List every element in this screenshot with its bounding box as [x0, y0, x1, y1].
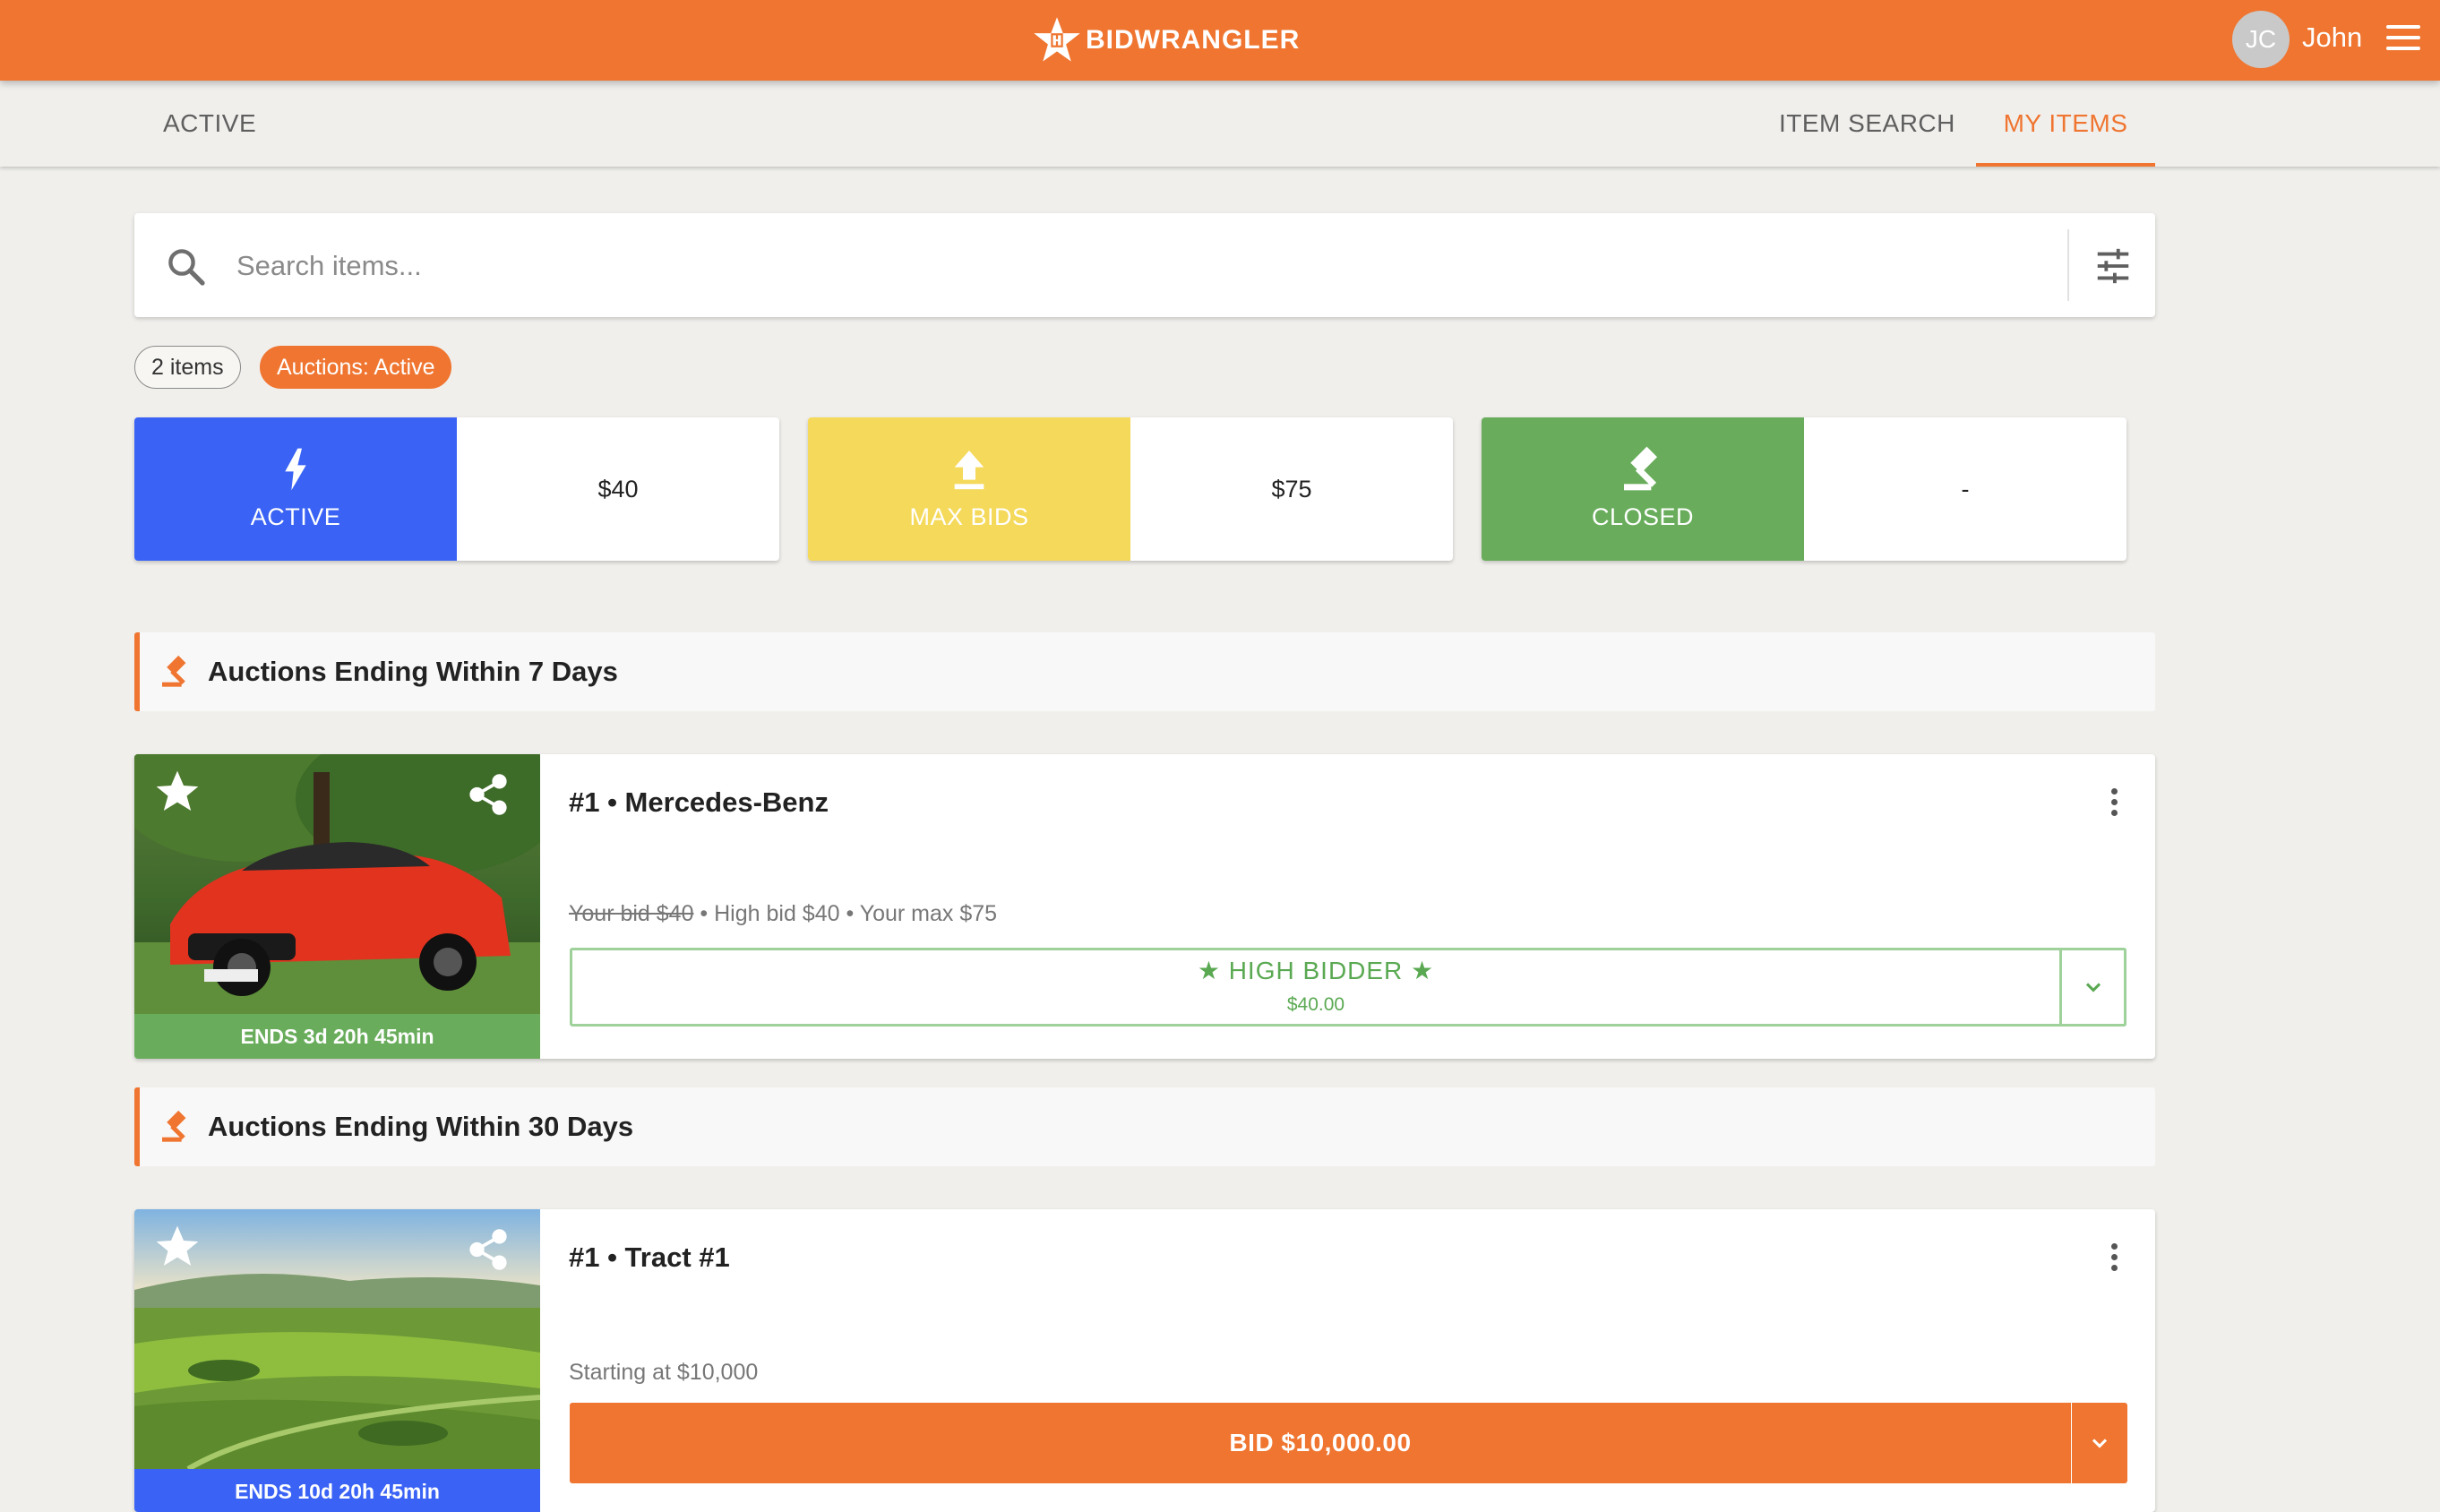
your-bid: Your bid $40 [569, 901, 694, 926]
starting-price: Starting at $10,000 [569, 1360, 759, 1385]
item-card-mercedes: ENDS 3d 20h 45min #1 • Mercedes-Benz You… [134, 754, 2155, 1059]
stat-card-active[interactable]: ACTIVE $40 [134, 417, 779, 561]
bid-options-dropdown[interactable] [2062, 948, 2126, 1027]
high-bidder-button[interactable]: ★ HIGH BIDDER ★ $40.00 [570, 948, 2062, 1027]
logo-star-icon [1034, 17, 1080, 62]
item-title[interactable]: #1 • Mercedes-Benz [569, 786, 829, 819]
gavel-icon [162, 655, 186, 687]
auction-status-chip[interactable]: Auctions: Active [260, 346, 452, 389]
stat-label: ACTIVE [250, 503, 341, 530]
stat-closed-panel: CLOSED [1482, 417, 1804, 561]
chevron-down-icon [2085, 983, 2101, 992]
item-count-chip: 2 items [134, 346, 241, 389]
bid-options-dropdown[interactable] [2072, 1403, 2127, 1483]
stat-active-panel: ACTIVE [134, 417, 457, 561]
favorite-star-icon[interactable] [152, 1222, 202, 1272]
hamburger-menu-icon[interactable] [2386, 25, 2420, 54]
section-title: Auctions Ending Within 7 Days [208, 656, 618, 687]
lightning-icon [285, 448, 306, 491]
stat-value: $40 [597, 476, 639, 503]
gavel-icon [162, 1110, 186, 1142]
search-divider [2067, 229, 2069, 301]
user-avatar[interactable]: JC [2232, 11, 2290, 68]
chevron-down-icon [2092, 1439, 2108, 1448]
stat-max-bids-panel: MAX BIDS [808, 417, 1130, 561]
more-options-icon[interactable] [2105, 788, 2123, 824]
stat-label: CLOSED [1591, 503, 1695, 530]
stat-value: - [1961, 476, 1970, 503]
upload-arrow-icon [954, 451, 984, 490]
section-header-7-days: Auctions Ending Within 7 Days [134, 632, 2155, 711]
search-input[interactable] [235, 240, 2030, 292]
stat-card-closed[interactable]: CLOSED - [1482, 417, 2126, 561]
stat-label: MAX BIDS [909, 503, 1029, 530]
ends-countdown: ENDS 10d 20h 45min [134, 1469, 540, 1512]
bid-summary: Your bid $40 • High bid $40 • Your max $… [569, 901, 997, 927]
stat-card-max-bids[interactable]: MAX BIDS $75 [808, 417, 1453, 561]
stat-value: $75 [1271, 476, 1312, 503]
favorite-star-icon[interactable] [152, 767, 202, 817]
tab-my-items[interactable]: MY ITEMS [1976, 81, 2155, 167]
nav-tabs: ACTIVE ITEM SEARCH MY ITEMS [0, 81, 2440, 167]
item-image-mercedes[interactable]: ENDS 3d 20h 45min [134, 754, 540, 1059]
section-header-30-days: Auctions Ending Within 30 Days [134, 1087, 2155, 1166]
search-icon [168, 249, 205, 286]
section-title: Auctions Ending Within 30 Days [208, 1111, 634, 1142]
logo-text: BIDWRANGLER [1086, 25, 1301, 55]
item-image-tract[interactable]: ENDS 10d 20h 45min [134, 1209, 540, 1512]
bidwrangler-logo[interactable]: BIDWRANGLER [1032, 9, 1300, 72]
item-card-tract: ENDS 10d 20h 45min #1 • Tract #1 Startin… [134, 1209, 2155, 1512]
more-options-icon[interactable] [2105, 1243, 2123, 1279]
top-app-bar: BIDWRANGLER JC John [0, 0, 2440, 81]
tab-active[interactable]: ACTIVE [163, 81, 256, 167]
user-name[interactable]: John [2302, 21, 2362, 54]
tab-item-search[interactable]: ITEM SEARCH [1779, 81, 1955, 167]
bid-button[interactable]: BID $10,000.00 [570, 1403, 2071, 1483]
filter-sliders-icon[interactable] [2092, 245, 2134, 287]
high-bid-amount: $40.00 [1286, 994, 1345, 1015]
gavel-icon [1624, 446, 1658, 491]
share-icon[interactable] [466, 772, 511, 817]
search-bar [134, 213, 2155, 317]
item-title[interactable]: #1 • Tract #1 [569, 1241, 730, 1274]
bid-details: • High bid $40 • Your max $75 [693, 901, 998, 926]
ends-countdown: ENDS 3d 20h 45min [134, 1014, 540, 1059]
share-icon[interactable] [466, 1227, 511, 1272]
high-bidder-label: ★ HIGH BIDDER ★ [1197, 957, 1435, 984]
